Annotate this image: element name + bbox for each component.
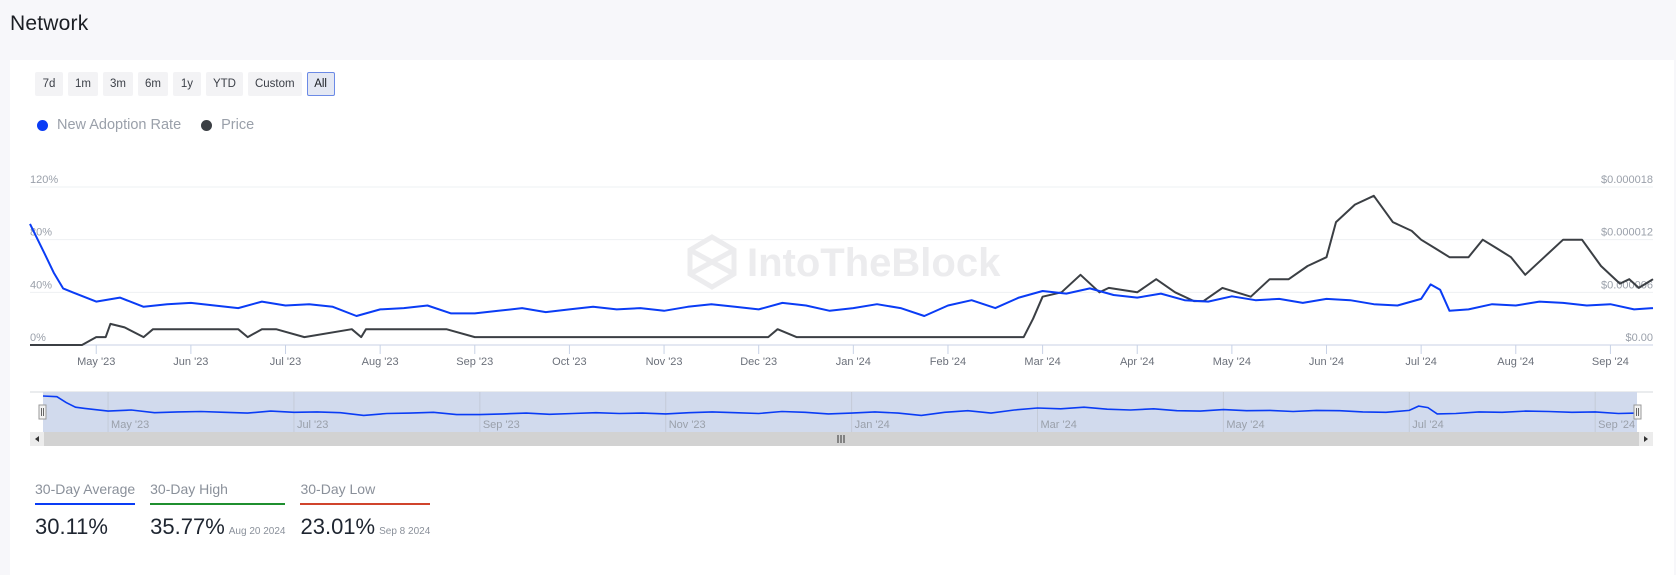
stat-label: 30-Day Average <box>35 481 136 505</box>
x-tick-label: Sep '23 <box>456 356 493 368</box>
navigator-tick-label: Sep '24 <box>1598 419 1635 431</box>
x-tick-label: Dec '23 <box>740 356 777 368</box>
x-tick-label: Aug '23 <box>362 356 399 368</box>
y-left-tick-label: 0% <box>30 332 46 344</box>
stat-30-day-high: 30-Day High 35.77% Aug 20 2024 <box>150 481 286 540</box>
navigator-handle-right[interactable] <box>1633 404 1642 420</box>
stats-row: 30-Day Average 30.11% 30-Day High 35.77%… <box>35 481 431 540</box>
x-tick-label: Apr '24 <box>1120 356 1155 368</box>
stat-value: 23.01% <box>300 514 376 539</box>
x-tick-label: Sep '24 <box>1592 356 1629 368</box>
intotheblock-logo-icon <box>687 234 737 290</box>
navigator-tick-label: May '24 <box>1226 419 1264 431</box>
x-tick-label: May '24 <box>1213 356 1251 368</box>
navigator-tick-label: Jul '24 <box>1412 419 1443 431</box>
x-tick-label: Oct '23 <box>552 356 587 368</box>
stat-value: 30.11% <box>35 514 108 539</box>
navigator-tick-label: Sep '23 <box>483 419 520 431</box>
navigator-tick-label: Nov '23 <box>669 419 706 431</box>
stat-label: 30-Day Low <box>300 481 431 505</box>
stat-label: 30-Day High <box>150 481 286 505</box>
x-tick-label: Jan '24 <box>836 356 871 368</box>
x-axis: May '23 Jun '23 Jul '23 Aug '23 Sep '23 Oct '… <box>77 345 1629 368</box>
navigator-tick-label: Jul '23 <box>297 419 328 431</box>
y-right-tick-label: $0.00 <box>1625 332 1653 344</box>
x-tick-label: Aug '24 <box>1497 356 1534 368</box>
y-axis-left: 0%40%80%120% <box>30 174 58 344</box>
x-tick-label: Mar '24 <box>1024 356 1060 368</box>
stat-date: Sep 8 2024 <box>379 526 431 537</box>
y-right-tick-label: $0.000018 <box>1601 174 1653 186</box>
handle-left-box[interactable] <box>38 404 47 420</box>
stat-date: Aug 20 2024 <box>228 526 286 537</box>
navigator[interactable]: May '23 Jul '23 Sep '23 Nov '23 Jan '24 Mar '… <box>30 391 1653 446</box>
y-left-tick-label: 40% <box>30 279 52 291</box>
navigator-tick-label: May '23 <box>111 419 149 431</box>
x-tick-label: Jun '24 <box>1309 356 1344 368</box>
navigator-tick-label: Jan '24 <box>855 419 890 431</box>
stat-30-day-low: 30-Day Low 23.01% Sep 8 2024 <box>300 481 431 540</box>
navigator-handle-left[interactable] <box>38 404 47 420</box>
y-left-tick-label: 120% <box>30 174 58 186</box>
x-tick-label: Jul '23 <box>270 356 301 368</box>
x-tick-label: Jul '24 <box>1405 356 1436 368</box>
y-right-tick-label: $0.000012 <box>1601 227 1653 239</box>
handle-right-box[interactable] <box>1633 404 1642 420</box>
x-tick-label: Feb '24 <box>930 356 966 368</box>
x-tick-label: Nov '23 <box>646 356 683 368</box>
navigator-tick-label: Mar '24 <box>1041 419 1077 431</box>
watermark: IntoTheBlock <box>687 234 1001 290</box>
stat-30-day-average: 30-Day Average 30.11% <box>35 481 136 540</box>
stat-value: 35.77% <box>150 514 225 539</box>
watermark-text: IntoTheBlock <box>747 241 1001 285</box>
x-tick-label: May '23 <box>77 356 115 368</box>
x-tick-label: Jun '23 <box>173 356 208 368</box>
y-axis-right: $0.00$0.000006$0.000012$0.000018 <box>1601 174 1653 344</box>
